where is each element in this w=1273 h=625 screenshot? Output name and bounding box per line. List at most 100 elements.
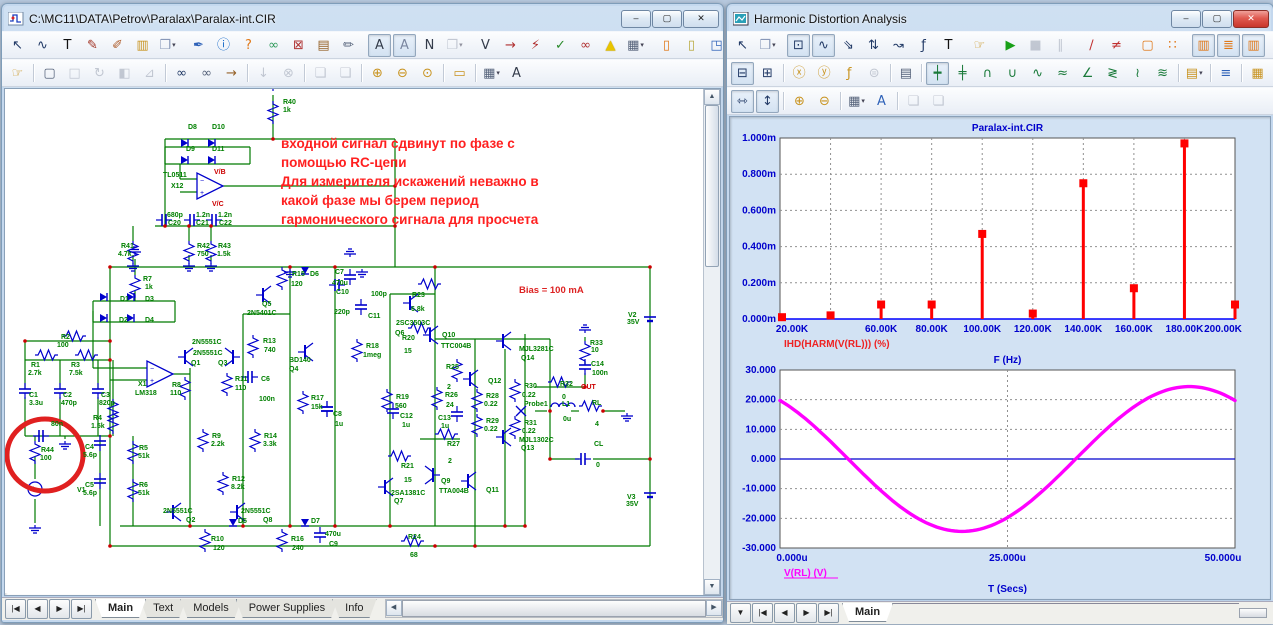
page-view-icon[interactable]: ▭ bbox=[448, 62, 471, 85]
design-rule-check-icon[interactable]: ▲ bbox=[599, 34, 622, 57]
shape-gallery-icon[interactable]: ❒▾ bbox=[156, 34, 179, 57]
stop-icon[interactable]: ■ bbox=[1024, 34, 1047, 57]
go-to-x-icon[interactable]: ⓧ bbox=[788, 62, 811, 85]
bring-front-icon[interactable]: ❏ bbox=[334, 62, 357, 85]
go-to-performance-icon[interactable]: ƒ bbox=[838, 62, 861, 85]
panel-single-icon[interactable]: ▯ bbox=[1267, 34, 1273, 57]
paste-component-icon[interactable]: ❐▾ bbox=[443, 34, 466, 57]
pause-icon[interactable]: ∥ bbox=[1049, 34, 1072, 57]
tab-power-supplies[interactable]: Power Supplies bbox=[236, 599, 338, 618]
run-icon[interactable]: ▶ bbox=[999, 34, 1022, 57]
tab-models[interactable]: Models bbox=[180, 599, 241, 618]
scroll-up-arrow[interactable]: ▲ bbox=[704, 89, 720, 105]
grid-options-icon[interactable]: ▦▾ bbox=[624, 34, 647, 57]
panel-plots-icon[interactable]: ▥ bbox=[1192, 34, 1215, 57]
line-mode-icon[interactable]: ✎ bbox=[81, 34, 104, 57]
zoom-out-icon[interactable]: ⊖ bbox=[391, 62, 414, 85]
formula-text-icon[interactable]: ƒ bbox=[912, 34, 935, 57]
tab-scroll-button[interactable]: ▶ bbox=[49, 599, 70, 619]
mirror-vertical-icon[interactable]: ⊿ bbox=[138, 62, 161, 85]
show-pin-connections-icon[interactable]: ∞ bbox=[574, 34, 597, 57]
schematic-canvas[interactable]: −+−+R401kD8D10D9D11TL0511X12V/BV/C680pC2… bbox=[5, 89, 703, 593]
schematic-title-bar[interactable]: C:\MC11\DATA\Petrov\Paralax\Paralax-int.… bbox=[2, 4, 723, 31]
cursor-high-icon[interactable]: ∿ bbox=[1026, 62, 1049, 85]
zoom-out-icon[interactable]: ⊖ bbox=[813, 90, 836, 113]
data-points-icon[interactable]: ∷ bbox=[1161, 34, 1184, 57]
models-grid-icon[interactable]: ▤ bbox=[312, 34, 335, 57]
maximize-button[interactable]: ▢ bbox=[1202, 10, 1232, 28]
vertical-tag-mode-icon[interactable]: ⇅ bbox=[862, 34, 885, 57]
scroll-thumb[interactable] bbox=[402, 600, 706, 617]
panel-list-icon[interactable]: ≣ bbox=[1217, 34, 1240, 57]
plot-canvas[interactable]: Paralax-int.CIR1.000m0.800m0.600m0.400m0… bbox=[730, 117, 1268, 597]
point-to-point-icon[interactable]: ∞ bbox=[262, 34, 285, 57]
select-mode-icon[interactable]: ↖ bbox=[731, 34, 754, 57]
cursor-global-low-icon[interactable]: ≀ bbox=[1126, 62, 1149, 85]
copy-to-clipboard-icon[interactable]: ❏ bbox=[902, 90, 925, 113]
cursor-global-high-icon[interactable]: ≷ bbox=[1101, 62, 1124, 85]
select-region-icon[interactable]: ▢ bbox=[1136, 34, 1159, 57]
tab-scroll-button[interactable]: ◀ bbox=[27, 599, 48, 619]
go-to-branch-icon[interactable]: ⊜ bbox=[863, 62, 886, 85]
tab-scroll-button[interactable]: |◀ bbox=[752, 603, 773, 623]
tab-main[interactable]: Main bbox=[95, 599, 146, 618]
wire-mode-icon[interactable]: ∿ bbox=[31, 34, 54, 57]
zoom-box-mode-icon[interactable]: ⊡ bbox=[787, 34, 810, 57]
schematic-horizontal-scrollbar[interactable]: ◀ ▶ bbox=[385, 599, 723, 618]
show-attribute-text-icon[interactable]: A bbox=[368, 34, 391, 57]
edit-notes-icon[interactable]: ✏ bbox=[337, 34, 360, 57]
panel-both-icon[interactable]: ▥ bbox=[1242, 34, 1265, 57]
mirror-horizontal-icon[interactable]: ◧ bbox=[113, 62, 136, 85]
minimize-button[interactable]: – bbox=[1171, 10, 1201, 28]
calculator-icon[interactable]: ▦ bbox=[1246, 62, 1269, 85]
border-display-icon[interactable]: ▯ bbox=[655, 34, 678, 57]
splitter-handle[interactable] bbox=[1239, 608, 1267, 618]
scroll-down-arrow[interactable]: ▼ bbox=[704, 579, 720, 595]
tab-scroll-button[interactable]: |◀ bbox=[5, 599, 26, 619]
show-node-voltages-icon[interactable]: V bbox=[474, 34, 497, 57]
grid-snap-icon[interactable]: ▦▾ bbox=[480, 62, 503, 85]
clipboard-waveform-icon[interactable]: ▤▾ bbox=[1183, 62, 1206, 85]
scroll-left-arrow[interactable]: ◀ bbox=[386, 600, 402, 616]
scroll-thumb[interactable] bbox=[705, 105, 719, 267]
cursor-inflection-icon[interactable]: ∠ bbox=[1076, 62, 1099, 85]
help-mode-icon[interactable]: ? bbox=[237, 34, 260, 57]
tab-scroll-button[interactable]: ▼ bbox=[730, 603, 751, 623]
step-cancel-icon[interactable]: ⊗ bbox=[277, 62, 300, 85]
cursor-bottom-icon[interactable]: ≋ bbox=[1151, 62, 1174, 85]
show-power-icon[interactable]: ⚡ bbox=[524, 34, 547, 57]
select-mode-icon[interactable]: ↖ bbox=[6, 34, 29, 57]
split-window-icon[interactable]: ◳ bbox=[705, 34, 723, 57]
auto-scale-x-icon[interactable]: ⇿ bbox=[731, 90, 754, 113]
go-to-y-icon[interactable]: ⓨ bbox=[813, 62, 836, 85]
tangent-cursor-icon[interactable]: ≠ bbox=[1105, 34, 1128, 57]
zoom-in-icon[interactable]: ⊕ bbox=[366, 62, 389, 85]
pen-tool-icon[interactable]: ✒ bbox=[187, 34, 210, 57]
cursor-valley-icon[interactable]: ∪ bbox=[1001, 62, 1024, 85]
zoom-in-icon[interactable]: ⊕ bbox=[788, 90, 811, 113]
show-conditions-icon[interactable]: ✓ bbox=[549, 34, 572, 57]
cursor-next-icon[interactable]: ┿ bbox=[926, 62, 949, 85]
scale-mode-icon[interactable]: ⇘ bbox=[837, 34, 860, 57]
select-area-icon[interactable]: ▢ bbox=[38, 62, 61, 85]
tab-scroll-button[interactable]: ▶ bbox=[796, 603, 817, 623]
tab-scroll-button[interactable]: ◀ bbox=[774, 603, 795, 623]
text-mode-icon[interactable]: T bbox=[937, 34, 960, 57]
font-icon[interactable]: A bbox=[870, 90, 893, 113]
scroll-right-arrow[interactable]: ▶ bbox=[706, 600, 722, 616]
show-node-numbers-icon[interactable]: N bbox=[418, 34, 441, 57]
analysis-title-bar[interactable]: Harmonic Distortion Analysis – ▢ ✕ bbox=[727, 4, 1273, 31]
attributes-dialog-icon[interactable]: ☞ bbox=[6, 62, 29, 85]
close-button[interactable]: ✕ bbox=[1233, 10, 1269, 28]
minimize-button[interactable]: – bbox=[621, 10, 651, 28]
zoom-100-icon[interactable]: ⊙ bbox=[416, 62, 439, 85]
find-component-icon[interactable]: ∞ bbox=[170, 62, 193, 85]
cursor-top-icon[interactable]: ∩ bbox=[976, 62, 999, 85]
shape-gallery-icon[interactable]: ❒▾ bbox=[756, 34, 779, 57]
copy-page-icon[interactable]: ❏ bbox=[927, 90, 950, 113]
clear-selection-icon[interactable]: □ bbox=[63, 62, 86, 85]
show-currents-icon[interactable]: → bbox=[499, 34, 522, 57]
tab-info[interactable]: Info bbox=[332, 599, 376, 618]
cursor-low-icon[interactable]: ≈ bbox=[1051, 62, 1074, 85]
font-icon[interactable]: A bbox=[505, 62, 528, 85]
